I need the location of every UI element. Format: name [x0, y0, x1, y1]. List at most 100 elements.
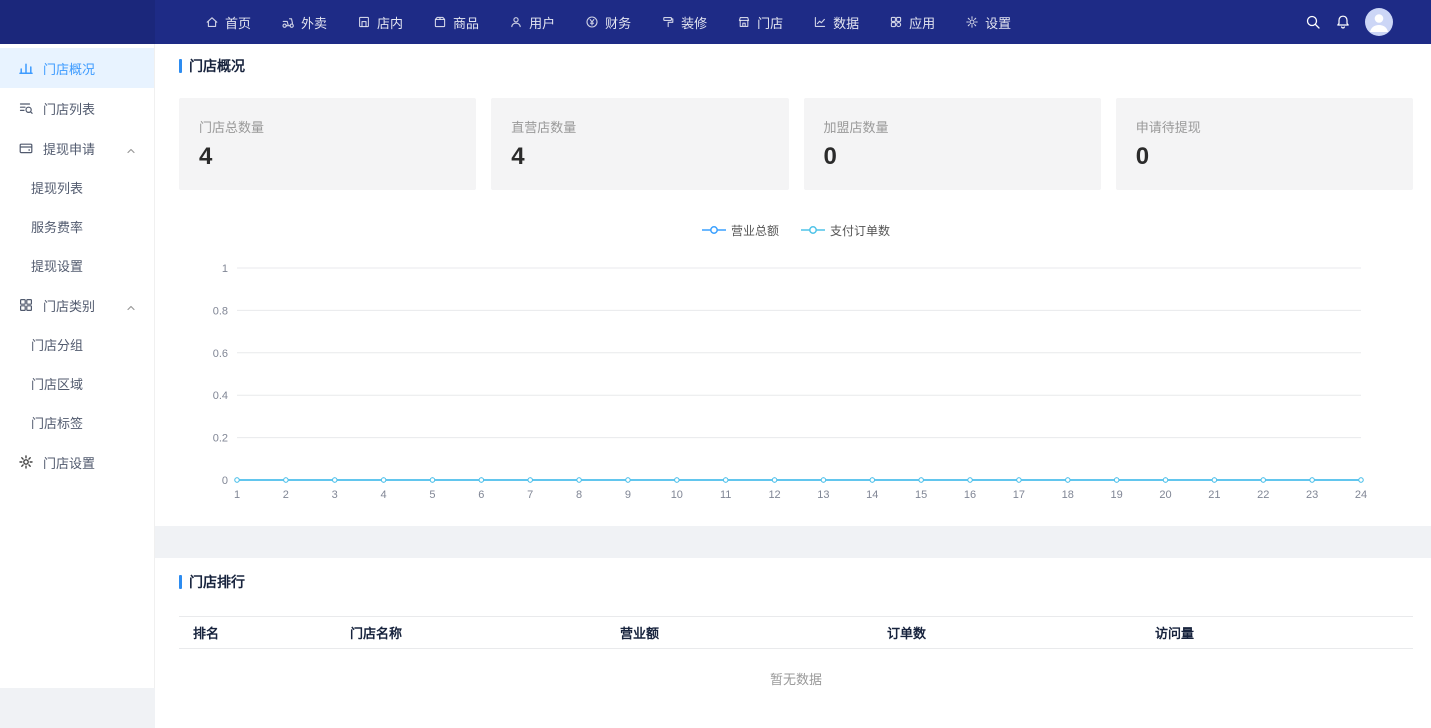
svg-text:19: 19	[1111, 489, 1123, 501]
stat-label: 门店总数量	[199, 117, 456, 136]
svg-text:6: 6	[478, 489, 484, 501]
sidebar-subitem-label: 提现列表	[31, 178, 83, 197]
nav-item-instore[interactable]: 店内	[357, 0, 403, 44]
svg-text:0.2: 0.2	[213, 433, 228, 445]
sidebar-subitem-service-rate[interactable]: 服务费率	[0, 207, 154, 246]
stat-value: 0	[824, 143, 1081, 171]
column-header-orders: 订单数	[873, 617, 1141, 649]
nav-item-label: 商品	[453, 13, 479, 32]
nav-item-users[interactable]: 用户	[509, 0, 555, 44]
svg-text:22: 22	[1257, 489, 1269, 501]
store-icon	[737, 15, 751, 29]
nav-item-label: 外卖	[301, 13, 327, 32]
stat-card-total-stores: 门店总数量 4	[179, 98, 476, 190]
empty-state-text: 暂无数据	[179, 649, 1413, 709]
legend-item-paid-orders[interactable]: 支付订单数	[801, 222, 890, 239]
bell-icon[interactable]	[1335, 14, 1351, 30]
takeout-icon	[281, 15, 295, 29]
sidebar-subitem-label: 门店标签	[31, 413, 83, 432]
nav-item-label: 设置	[985, 13, 1011, 32]
gear-icon	[18, 454, 34, 470]
nav-item-apps[interactable]: 应用	[889, 0, 935, 44]
overview-section-title: 门店概况	[179, 56, 1413, 76]
svg-text:12: 12	[768, 489, 780, 501]
nav-item-store[interactable]: 门店	[737, 0, 783, 44]
stat-label: 直营店数量	[511, 117, 768, 136]
nav-item-goods[interactable]: 商品	[433, 0, 479, 44]
nav-item-finance[interactable]: 财务	[585, 0, 631, 44]
stat-card-pending-withdraw: 申请待提现 0	[1116, 98, 1413, 190]
wallet-icon	[18, 140, 34, 156]
sidebar-item-store-settings[interactable]: 门店设置	[0, 442, 154, 482]
svg-text:2: 2	[283, 489, 289, 501]
sidebar-item-label: 门店列表	[43, 99, 95, 118]
nav-item-label: 首页	[225, 13, 251, 32]
svg-text:14: 14	[866, 489, 878, 501]
sidebar-subitem-store-tag[interactable]: 门店标签	[0, 403, 154, 442]
svg-text:13: 13	[817, 489, 829, 501]
nav-item-data[interactable]: 数据	[813, 0, 859, 44]
sidebar-subitem-withdraw-settings[interactable]: 提现设置	[0, 246, 154, 285]
line-chart-canvas: 00.20.40.60.8112345678910111213141516171…	[179, 254, 1413, 510]
svg-text:17: 17	[1013, 489, 1025, 501]
chart-legend: 营业总额 支付订单数	[179, 224, 1413, 236]
goods-icon	[433, 15, 447, 29]
nav-item-decoration[interactable]: 装修	[661, 0, 707, 44]
svg-text:16: 16	[964, 489, 976, 501]
nav-item-label: 用户	[529, 13, 555, 32]
sidebar-subitem-label: 提现设置	[31, 256, 83, 275]
nav-item-label: 门店	[757, 13, 783, 32]
stat-value: 4	[199, 143, 456, 171]
data-icon	[813, 15, 827, 29]
sidebar-item-label: 门店设置	[43, 453, 95, 472]
instore-icon	[357, 15, 371, 29]
sidebar-subitem-store-group[interactable]: 门店分组	[0, 325, 154, 364]
search-icon[interactable]	[1305, 14, 1321, 30]
column-header-rank: 排名	[179, 617, 336, 649]
logo-area	[0, 0, 155, 44]
sidebar-subitem-label: 门店区域	[31, 374, 83, 393]
svg-text:1: 1	[222, 263, 228, 275]
svg-text:20: 20	[1159, 489, 1171, 501]
store-overview-panel: 门店概况 门店总数量 4 直营店数量 4 加盟店数量 0 申请待提现 0	[155, 44, 1431, 526]
svg-text:8: 8	[576, 489, 582, 501]
sidebar-subitem-label: 服务费率	[31, 217, 83, 236]
sidebar-item-store-category[interactable]: 门店类别	[0, 285, 154, 325]
nav-item-label: 店内	[377, 13, 403, 32]
bar-chart-icon	[18, 60, 34, 76]
nav-item-takeout[interactable]: 外卖	[281, 0, 327, 44]
sidebar-subitem-store-region[interactable]: 门店区域	[0, 364, 154, 403]
sidebar: 门店概况 门店列表 提现申请 提现列表 服务费率 提现设置 门店类别 门店分组 …	[0, 44, 155, 688]
nav-item-settings[interactable]: 设置	[965, 0, 1011, 44]
user-avatar[interactable]	[1365, 8, 1393, 36]
legend-item-revenue[interactable]: 营业总额	[702, 222, 779, 239]
grid-icon	[18, 297, 34, 313]
ranking-section-title: 门店排行	[179, 572, 1413, 592]
svg-text:0.8: 0.8	[213, 305, 228, 317]
finance-icon	[585, 15, 599, 29]
nav-item-label: 数据	[833, 13, 859, 32]
legend-label: 营业总额	[731, 222, 779, 239]
stat-label: 申请待提现	[1136, 117, 1393, 136]
sidebar-item-label: 门店概况	[43, 59, 95, 78]
sidebar-item-label: 提现申请	[43, 139, 95, 158]
sidebar-item-store-overview[interactable]: 门店概况	[0, 48, 154, 88]
svg-text:5: 5	[429, 489, 435, 501]
chevron-up-icon	[126, 144, 136, 159]
nav-item-home[interactable]: 首页	[205, 0, 251, 44]
chevron-up-icon	[126, 301, 136, 316]
column-header-store-name: 门店名称	[336, 617, 606, 649]
nav-item-label: 财务	[605, 13, 631, 32]
svg-text:0.6: 0.6	[213, 348, 228, 360]
store-ranking-table: 排名 门店名称 营业额 订单数 访问量 暂无数据	[179, 616, 1413, 708]
stat-card-franchise-stores: 加盟店数量 0	[804, 98, 1101, 190]
sidebar-item-withdraw-apply[interactable]: 提现申请	[0, 128, 154, 168]
sidebar-item-store-list[interactable]: 门店列表	[0, 88, 154, 128]
svg-text:23: 23	[1306, 489, 1318, 501]
table-header-row: 排名 门店名称 营业额 订单数 访问量	[179, 617, 1413, 649]
stat-card-direct-stores: 直营店数量 4	[491, 98, 788, 190]
apps-icon	[889, 15, 903, 29]
topbar-right-actions	[1305, 8, 1431, 36]
sidebar-subitem-withdraw-list[interactable]: 提现列表	[0, 168, 154, 207]
nav-item-label: 应用	[909, 13, 935, 32]
